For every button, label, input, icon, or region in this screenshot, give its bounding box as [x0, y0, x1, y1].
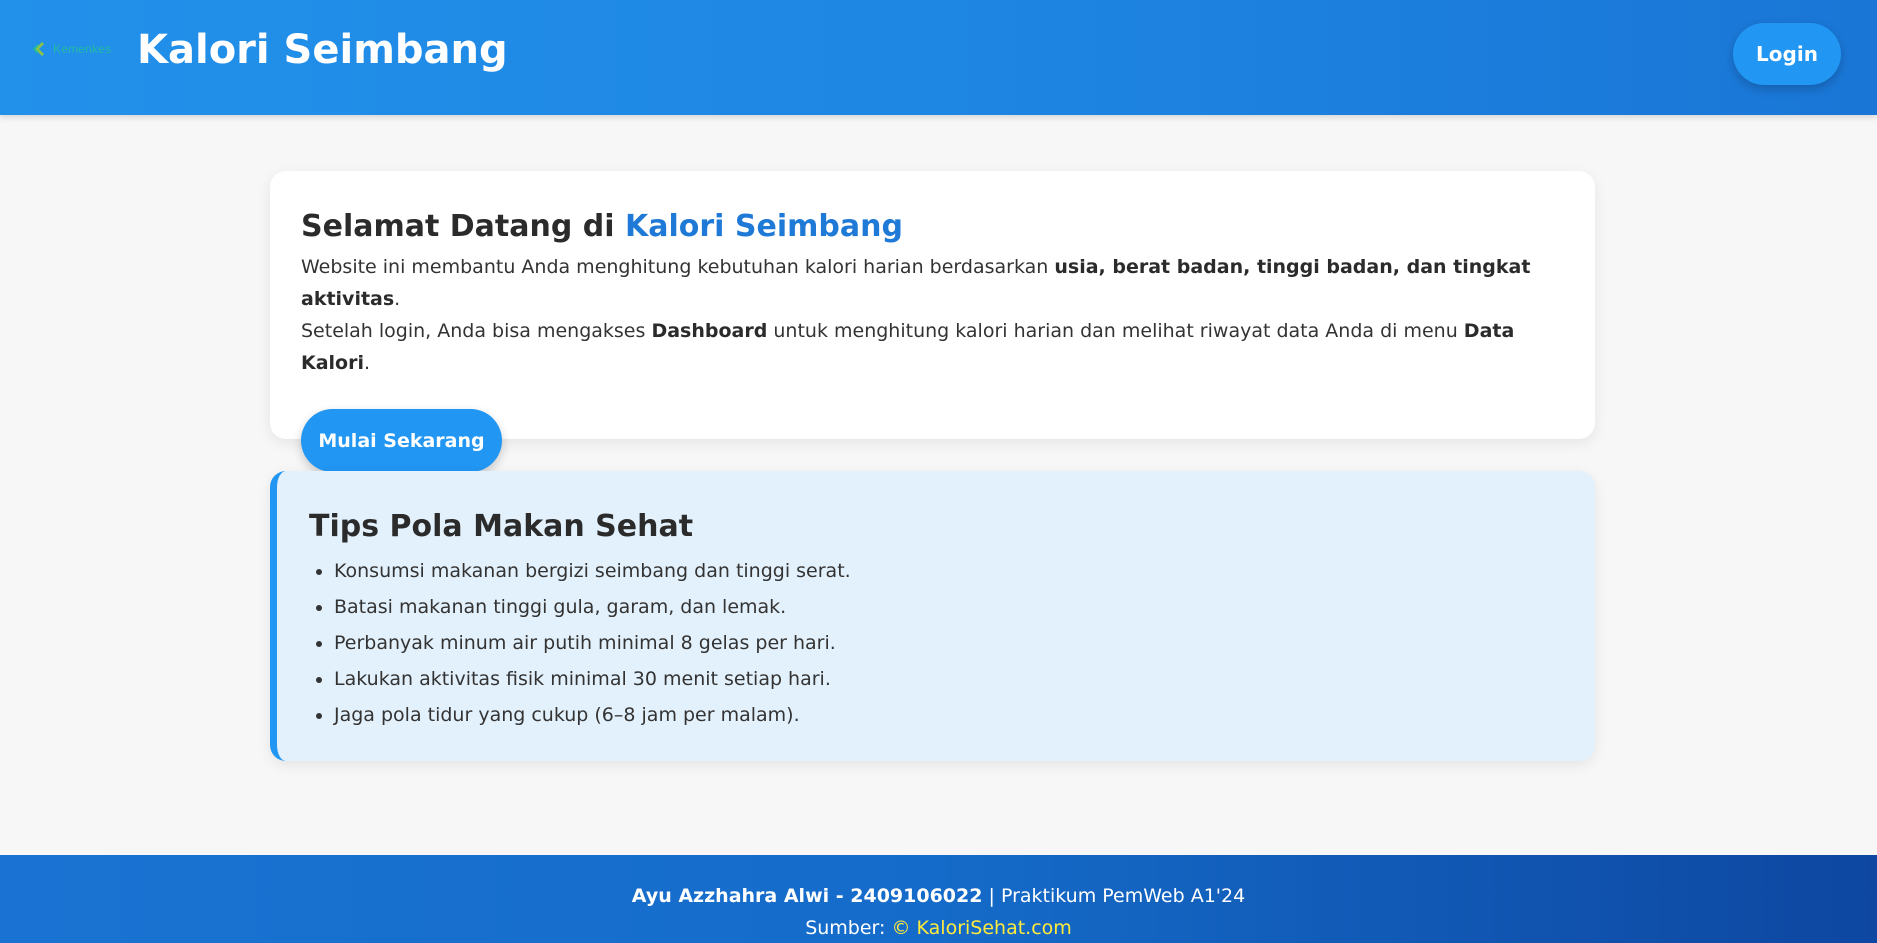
footer-source-label: Sumber:: [805, 917, 886, 939]
footer-course: Praktikum PemWeb A1'24: [1000, 885, 1246, 907]
welcome-line2-end: .: [364, 352, 371, 374]
footer-credits: Ayu Azzhahra Alwi - 2409106022 | Praktik…: [0, 883, 1877, 909]
welcome-line1-end: .: [394, 288, 401, 310]
welcome-title-prefix: Selamat Datang di: [301, 209, 615, 244]
source-link[interactable]: © KaloriSehat.com: [891, 917, 1071, 939]
kemenkes-logo-icon: [32, 42, 44, 56]
tip-item: Batasi makanan tinggi gula, garam, dan l…: [334, 589, 1563, 625]
tip-item: Lakukan aktivitas fisik minimal 30 menit…: [334, 661, 1563, 697]
tips-list: Konsumsi makanan bergizi seimbang dan ti…: [309, 553, 1563, 733]
welcome-title: Selamat Datang di Kalori Seimbang: [301, 207, 1564, 247]
welcome-card: Selamat Datang di Kalori Seimbang Websit…: [270, 171, 1595, 472]
footer-separator: |: [988, 885, 995, 907]
welcome-description: Website ini membantu Anda menghitung keb…: [301, 251, 1564, 379]
tips-title: Tips Pola Makan Sehat: [309, 509, 694, 544]
footer-source: Sumber: © KaloriSehat.com: [0, 915, 1877, 941]
footer-author: Ayu Azzhahra Alwi - 2409106022: [631, 885, 983, 907]
welcome-line2-text: Setelah login, Anda bisa mengakses: [301, 320, 646, 342]
welcome-title-brand: Kalori Seimbang: [625, 209, 903, 244]
site-header: Kemenkes Kalori Seimbang Login: [0, 0, 1877, 115]
welcome-line1-text: Website ini membantu Anda menghitung keb…: [301, 256, 1049, 278]
tip-item: Perbanyak minum air putih minimal 8 gela…: [334, 625, 1563, 661]
dashboard-highlight: Dashboard: [651, 320, 768, 342]
tip-item: Konsumsi makanan bergizi seimbang dan ti…: [334, 553, 1563, 589]
welcome-line2-middle: untuk menghitung kalori harian dan melih…: [773, 320, 1458, 342]
start-now-button[interactable]: Mulai Sekarang: [301, 409, 502, 472]
site-footer: Ayu Azzhahra Alwi - 2409106022 | Praktik…: [0, 855, 1877, 943]
site-title[interactable]: Kalori Seimbang: [137, 22, 508, 78]
logo-text: Kemenkes: [53, 42, 112, 56]
login-button[interactable]: Login: [1733, 23, 1841, 85]
kemenkes-logo[interactable]: Kemenkes: [30, 38, 111, 60]
tip-item: Jaga pola tidur yang cukup (6–8 jam per …: [334, 697, 1563, 733]
tips-card: Tips Pola Makan Sehat Konsumsi makanan b…: [270, 471, 1595, 761]
